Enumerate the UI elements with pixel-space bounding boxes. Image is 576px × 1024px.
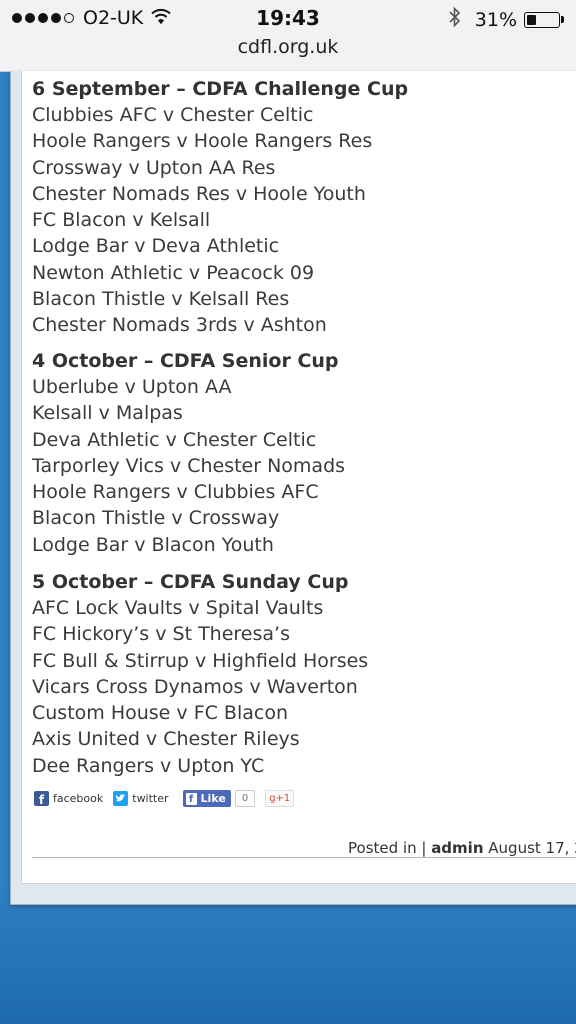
post-content: 6 September – CDFA Challenge Cup Clubbie… [21,71,576,884]
fixture-match: Hoole Rangers v Clubbies AFC [32,481,319,504]
bluetooth-icon [449,6,461,32]
fixture-match: FC Hickory’s v St Theresa’s [32,623,290,646]
posted-in-label: Posted in | [348,839,427,857]
fixture-match: Uberlube v Upton AA [32,376,232,398]
battery-level-fill [527,14,536,25]
fixture-match: Hoole Rangers v Hoole Rangers Res [32,130,373,153]
twitter-share-link[interactable]: twitter [132,792,168,805]
fixture-section-senior-cup: 4 October – CDFA Senior Cup Uberlube v U… [32,348,576,558]
fixture-match: Newton Athletic v Peacock 09 [32,261,315,284]
fixture-match: Dee Rangers v Upton YC [32,754,265,777]
like-count: 0 [234,790,256,807]
facebook-like-button[interactable]: f Like [182,790,231,807]
fixture-match: Kelsall v Malpas [32,402,183,425]
fixture-match: Custom House v FC Blacon [32,702,288,725]
share-bar: f facebook twitter f Like 0 g+1 [34,790,295,807]
fixture-section-challenge-cup: 6 September – CDFA Challenge Cup Clubbie… [32,76,576,339]
fixture-section-sunday-cup: 5 October – CDFA Sunday Cup AFC Lock Vau… [32,569,576,779]
battery-percent: 31% [474,8,517,31]
google-plus-button[interactable]: g+1 [265,790,295,807]
fixture-match: Clubbies AFC v Chester Celtic [32,104,314,126]
fixture-match: Lodge Bar v Blacon Youth [32,533,274,556]
battery-tip [561,16,564,23]
battery-icon [524,11,560,28]
fixture-match: Axis United v Chester Rileys [32,728,300,751]
status-right: 31% [449,6,564,32]
post-meta: Posted in | admin August 17, 2 [348,839,576,857]
fixture-match: Chester Nomads Res v Hoole Youth [32,182,366,205]
fixture-match: Vicars Cross Dynamos v Waverton [32,675,358,698]
fixture-match: FC Bull & Stirrup v Highfield Horses [32,649,369,672]
post-author-link[interactable]: admin [431,839,483,857]
fixture-match: Chester Nomads 3rds v Ashton [32,314,327,337]
post-date: August 17, 2 [488,839,576,857]
facebook-icon[interactable]: f [34,791,49,806]
fixture-match: Crossway v Upton AA Res [32,156,276,179]
fixture-match: Blacon Thistle v Kelsall Res [32,288,290,311]
fixture-heading: 5 October – CDFA Sunday Cup [32,571,349,593]
fixture-match: Blacon Thistle v Crossway [32,507,280,530]
twitter-icon[interactable] [113,791,129,806]
fixture-match: Tarporley Vics v Chester Nomads [32,454,346,477]
address-bar[interactable]: cdfl.org.uk [0,36,576,58]
fixture-match: AFC Lock Vaults v Spital Vaults [32,597,324,619]
divider [32,857,576,858]
like-label: Like [200,792,226,805]
browser-top-bar: O2-UK 19:43 31% cdfl.org.uk [0,0,576,72]
fixture-match: FC Blacon v Kelsall [32,209,211,232]
facebook-f-icon: f [185,792,197,805]
fixture-match: Deva Athletic v Chester Celtic [32,428,317,451]
fixture-heading: 6 September – CDFA Challenge Cup [32,78,409,100]
fixture-match: Lodge Bar v Deva Athletic [32,235,280,258]
facebook-share-link[interactable]: facebook [53,792,103,805]
fixture-heading: 4 October – CDFA Senior Cup [32,350,339,372]
